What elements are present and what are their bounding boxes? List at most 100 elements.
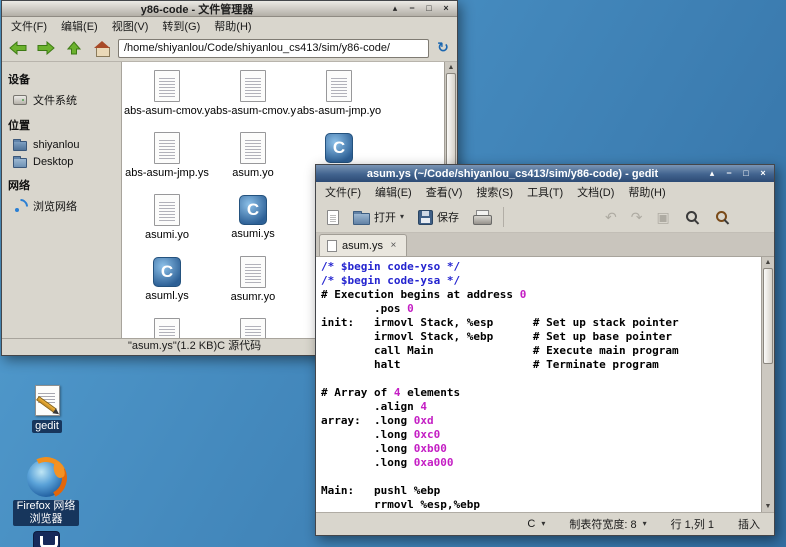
shade-icon[interactable]: ▴ bbox=[388, 2, 402, 15]
close-icon[interactable]: × bbox=[439, 2, 453, 15]
chevron-down-icon: ▾ bbox=[541, 519, 546, 528]
folder-icon bbox=[13, 156, 27, 168]
tab-width-selector[interactable]: 制表符宽度: 8 ▾ bbox=[569, 516, 646, 532]
scrollbar-thumb[interactable] bbox=[763, 268, 773, 364]
open-button[interactable]: 打开 ▾ bbox=[350, 207, 407, 227]
minimize-icon[interactable]: − bbox=[722, 167, 736, 180]
file-item[interactable]: Casuml.ys bbox=[124, 254, 210, 316]
maximize-icon[interactable]: □ bbox=[422, 2, 436, 15]
up-button[interactable] bbox=[62, 38, 86, 59]
file-item[interactable]: abs-asum-cmov.ys bbox=[210, 68, 296, 130]
find-button[interactable] bbox=[681, 207, 703, 227]
file-name: asuml.ys bbox=[145, 290, 189, 302]
tab-close-icon[interactable]: × bbox=[388, 240, 399, 251]
fm-menu-item-4[interactable]: 帮助(H) bbox=[207, 17, 258, 35]
gedit-menu-item-4[interactable]: 工具(T) bbox=[520, 183, 570, 201]
maximize-icon[interactable]: □ bbox=[739, 167, 753, 180]
back-button[interactable] bbox=[6, 38, 30, 59]
desktop-icon-label: Firefox 网络浏览器 bbox=[13, 500, 79, 526]
toolbar-separator bbox=[503, 207, 505, 227]
text-file-icon bbox=[240, 132, 266, 164]
undo-button[interactable]: ↶ bbox=[602, 208, 620, 226]
text-file-icon bbox=[326, 70, 352, 102]
new-document-icon bbox=[327, 209, 339, 225]
replace-button[interactable] bbox=[711, 207, 733, 227]
open-button-label: 打开 bbox=[374, 212, 396, 224]
chevron-down-icon: ▾ bbox=[642, 519, 647, 528]
tab-width-value: 制表符宽度: 8 bbox=[569, 519, 637, 531]
gedit-scrollbar[interactable]: ▲ ▼ bbox=[761, 257, 774, 512]
gedit-toolbar: 打开 ▾ 保存 ↶ ↷ ▣ bbox=[316, 202, 774, 233]
file-item[interactable] bbox=[210, 316, 296, 338]
desktop-icon-firefox[interactable]: Firefox 网络浏览器 bbox=[13, 459, 79, 526]
c-file-icon: C bbox=[325, 133, 353, 163]
sidebar-section-header: 网络 bbox=[8, 180, 30, 192]
sidebar-item-label: 文件系统 bbox=[33, 95, 77, 107]
up-arrow-icon bbox=[67, 41, 81, 55]
gedit-tabbar: asum.ys × bbox=[316, 233, 774, 257]
gedit-menu-item-1[interactable]: 编辑(E) bbox=[368, 183, 419, 201]
gedit-menu-item-2[interactable]: 查看(V) bbox=[419, 183, 470, 201]
save-button[interactable]: 保存 bbox=[415, 207, 462, 227]
new-document-button[interactable] bbox=[324, 208, 342, 227]
code-line: Main: pushl %ebp bbox=[321, 484, 441, 497]
gedit-menu-item-3[interactable]: 搜索(S) bbox=[469, 183, 520, 201]
forward-button[interactable] bbox=[34, 38, 58, 59]
scroll-up-icon[interactable]: ▲ bbox=[448, 63, 455, 72]
scroll-down-icon[interactable]: ▼ bbox=[765, 502, 772, 511]
scroll-up-icon[interactable]: ▲ bbox=[765, 258, 772, 267]
fm-menu-item-0[interactable]: 文件(F) bbox=[4, 17, 54, 35]
fm-window-title: y86-code - 文件管理器 bbox=[140, 3, 254, 16]
open-folder-icon bbox=[353, 210, 370, 225]
desktop-icon-label: gedit bbox=[32, 420, 62, 433]
sidebar-item[interactable]: shiyanlou bbox=[8, 136, 115, 153]
code-line: # Execution begins at address 0 bbox=[321, 288, 527, 301]
file-name: asumi.ys bbox=[231, 228, 275, 240]
gedit-menu-item-5[interactable]: 文档(D) bbox=[570, 183, 621, 201]
back-arrow-icon bbox=[9, 41, 27, 55]
c-file-icon: C bbox=[153, 257, 181, 287]
tab-asum-ys[interactable]: asum.ys × bbox=[319, 234, 407, 256]
file-item[interactable]: abs-asum-jmp.ys bbox=[124, 130, 210, 192]
fm-titlebar[interactable]: y86-code - 文件管理器 ▴ − □ × bbox=[2, 1, 457, 17]
gedit-menu-item-0[interactable]: 文件(F) bbox=[318, 183, 368, 201]
gedit-menubar: 文件(F) 编辑(E) 查看(V) 搜索(S) 工具(T) 文档(D) 帮助(H) bbox=[316, 182, 774, 202]
print-button[interactable] bbox=[470, 208, 493, 226]
file-item[interactable]: asumi.yo bbox=[124, 192, 210, 254]
pencil-icon bbox=[36, 396, 57, 413]
address-bar[interactable]: /home/shiyanlou/Code/shiyanlou_cs413/sim… bbox=[118, 38, 429, 58]
gedit-titlebar[interactable]: asum.ys (~/Code/shiyanlou_cs413/sim/y86-… bbox=[316, 165, 774, 182]
partial-app-icon[interactable] bbox=[33, 531, 60, 547]
close-icon[interactable]: × bbox=[756, 167, 770, 180]
file-item[interactable]: asumr.yo bbox=[210, 254, 296, 316]
chevron-down-icon: ▾ bbox=[400, 212, 405, 221]
text-file-icon bbox=[240, 70, 266, 102]
sidebar-item[interactable]: 浏览网络 bbox=[8, 196, 115, 216]
save-icon bbox=[418, 209, 434, 225]
file-item[interactable]: Casumi.ys bbox=[210, 192, 296, 254]
fm-menu-item-2[interactable]: 视图(V) bbox=[105, 17, 156, 35]
desktop-icon-gedit[interactable]: gedit bbox=[14, 384, 80, 433]
home-folder-icon bbox=[13, 139, 27, 151]
code-line: .align 4 bbox=[321, 400, 427, 413]
sidebar-item[interactable]: Desktop bbox=[8, 153, 115, 170]
paste-button[interactable]: ▣ bbox=[653, 208, 672, 226]
gedit-icon bbox=[30, 384, 64, 417]
text-editor[interactable]: /* $begin code-yso *//* $begin code-ysa … bbox=[316, 257, 774, 512]
file-item[interactable] bbox=[124, 316, 210, 338]
minimize-icon[interactable]: − bbox=[405, 2, 419, 15]
file-item[interactable]: asum.yo bbox=[210, 130, 296, 192]
code-line: /* $begin code-yso */ bbox=[321, 260, 461, 273]
home-button[interactable] bbox=[90, 38, 114, 59]
sidebar-item[interactable]: 文件系统 bbox=[8, 90, 115, 110]
fm-menu-item-1[interactable]: 编辑(E) bbox=[54, 17, 105, 35]
file-item[interactable]: abs-asum-jmp.yo bbox=[296, 68, 382, 130]
shade-icon[interactable]: ▴ bbox=[705, 167, 719, 180]
fm-menu-item-3[interactable]: 转到(G) bbox=[155, 17, 207, 35]
language-selector[interactable]: C ▾ bbox=[527, 518, 545, 530]
gedit-menu-item-6[interactable]: 帮助(H) bbox=[621, 183, 672, 201]
forward-arrow-icon bbox=[37, 41, 55, 55]
file-item[interactable]: abs-asum-cmov.yo bbox=[124, 68, 210, 130]
reload-icon[interactable]: ↻ bbox=[433, 38, 453, 58]
redo-button[interactable]: ↷ bbox=[628, 208, 646, 226]
